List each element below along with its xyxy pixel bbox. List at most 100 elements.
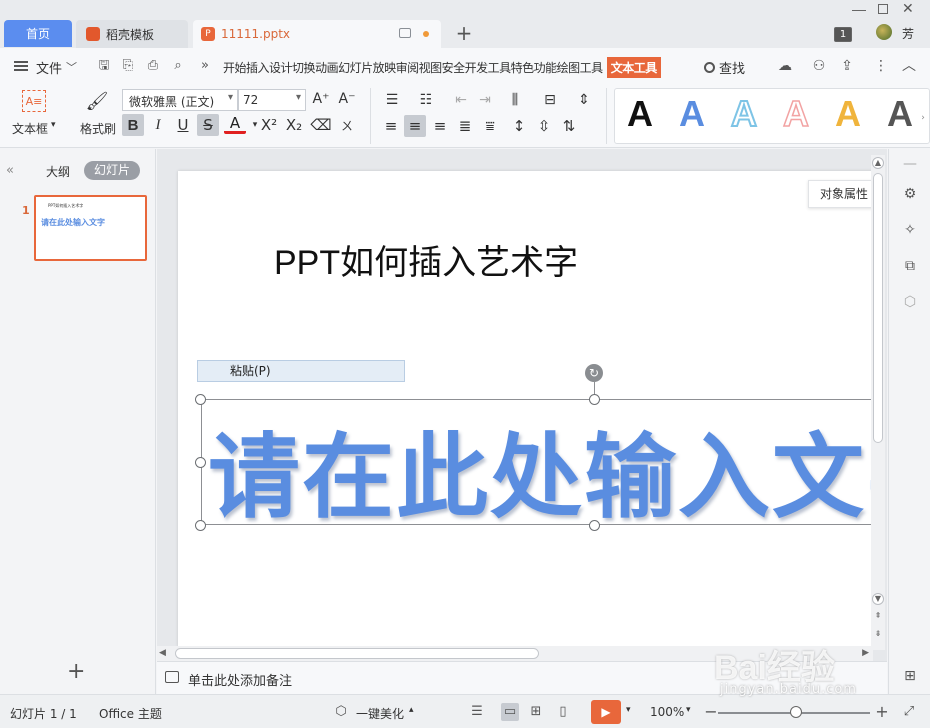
decrease-indent-icon[interactable]: ⇤ (452, 91, 470, 109)
wordart-style-blue[interactable]: A (679, 93, 705, 135)
tab-start[interactable]: 开始 (223, 59, 247, 76)
tab-transition[interactable]: 切换 (292, 59, 316, 76)
tab-template[interactable]: 稻壳模板 (76, 20, 188, 48)
username[interactable]: 芳 (902, 25, 914, 42)
tab-design[interactable]: 设计 (269, 59, 293, 76)
line-spacing-icon[interactable]: ⇕ (574, 91, 594, 109)
font-family-select[interactable]: 微软雅黑 (正文) (122, 89, 238, 111)
play-slideshow-button[interactable]: ▶ (591, 700, 621, 724)
search-button[interactable]: 查找 (704, 58, 745, 77)
horizontal-scroll-thumb[interactable] (175, 648, 539, 659)
line-spacing-button[interactable]: ↕ (508, 115, 530, 137)
share-user-icon[interactable]: ⚇ (810, 58, 828, 74)
zoom-level[interactable]: 100% (650, 705, 684, 719)
object-properties-icon[interactable]: ⚙ (901, 185, 919, 203)
italic-button[interactable]: I (147, 114, 169, 136)
zoom-slider-knob[interactable] (790, 706, 802, 718)
prev-slide-icon[interactable]: ⇞ (872, 611, 884, 623)
tab-insert[interactable]: 插入 (246, 59, 270, 76)
zoom-in-icon[interactable]: + (873, 703, 891, 721)
preview-icon[interactable]: ⌕ (170, 58, 186, 74)
vertical-scrollbar[interactable]: ▲ ▼ ⇞ ⇟ (871, 155, 885, 650)
normal-view-icon[interactable]: ▭ (501, 703, 519, 721)
more-icon[interactable]: ⋮ (872, 58, 890, 74)
tab-text-tools[interactable]: 文本工具 (606, 57, 661, 78)
wordart-style-gray[interactable]: A (887, 93, 913, 135)
print-icon[interactable]: ⎙ (145, 58, 161, 74)
grid-apps-icon[interactable]: ⊞ (901, 667, 919, 685)
resize-handle-sw[interactable] (195, 520, 206, 531)
horizontal-scrollbar[interactable]: ◀ ▶ (157, 646, 873, 661)
phonetic-guide-icon[interactable]: ㄨ (336, 114, 358, 136)
cloud-sync-icon[interactable]: ☁ (776, 58, 794, 74)
bold-button[interactable]: B (122, 114, 144, 136)
slide-title[interactable]: PPT如何插入艺术字 (274, 235, 578, 284)
textbox-icon[interactable]: A≡ (22, 90, 46, 112)
avatar[interactable] (876, 24, 892, 40)
justify-button[interactable]: ≣ (454, 115, 476, 137)
decrease-font-icon[interactable]: A⁻ (338, 90, 356, 108)
animation-icon[interactable]: ✧ (901, 221, 919, 239)
tab-security[interactable]: 安全 (442, 59, 466, 76)
paragraph-spacing-button[interactable]: ⇳ (533, 115, 555, 137)
resize-handle-w[interactable] (195, 457, 206, 468)
3d-box-icon[interactable]: ⬡ (901, 293, 919, 311)
textbox-label[interactable]: 文本框 (12, 120, 48, 137)
play-options-dropdown-icon[interactable]: ▾ (626, 705, 631, 715)
wordart-style-cyan-outline[interactable]: A (730, 92, 758, 135)
bullet-list-icon[interactable]: ☰ (382, 91, 402, 109)
slide-sorter-icon[interactable]: ⊞ (527, 703, 545, 721)
align-center-button[interactable]: ≡ (404, 115, 426, 137)
gallery-scroll-right-icon[interactable]: › (917, 111, 929, 125)
numbered-list-icon[interactable]: ☷ (416, 91, 436, 109)
new-tab-button[interactable]: + (455, 22, 473, 44)
notes-bar[interactable]: 单击此处添加备注 (157, 661, 887, 694)
tab-animation[interactable]: 动画 (315, 59, 339, 76)
wordart-style-pink-outline[interactable]: A (782, 92, 810, 135)
increase-indent-icon[interactable]: ⇥ (476, 91, 494, 109)
notes-view-icon[interactable]: ☰ (468, 703, 486, 721)
textbox-dropdown-icon[interactable]: ▾ (51, 120, 56, 130)
monitor-icon[interactable] (399, 28, 411, 38)
subscript-button[interactable]: X₂ (283, 114, 305, 136)
tab-drawing-tools[interactable]: 绘图工具 (557, 59, 604, 76)
scroll-right-icon[interactable]: ▶ (862, 648, 869, 658)
scroll-left-icon[interactable]: ◀ (159, 648, 166, 658)
eraser-icon[interactable]: ⌫ (310, 114, 332, 136)
reading-view-icon[interactable]: ▯ (554, 703, 572, 721)
tab-features[interactable]: 特色功能 (511, 59, 558, 76)
tab-view[interactable]: 视图 (419, 59, 443, 76)
underline-button[interactable]: U (172, 114, 194, 136)
wordart-style-orange[interactable]: A (835, 93, 861, 135)
fit-window-icon[interactable]: ⤢ (900, 703, 918, 721)
strikethrough-button[interactable]: S (197, 114, 219, 136)
resize-handle-n[interactable] (589, 394, 600, 405)
save-icon[interactable]: 🖫 (96, 58, 112, 74)
tab-home[interactable]: 首页 (4, 20, 72, 47)
beautify-icon[interactable]: ⬡ (332, 703, 350, 721)
collapse-ribbon-icon[interactable]: ︿ (900, 58, 918, 74)
font-color-button[interactable]: A (224, 114, 246, 134)
tab-outline[interactable]: 大纲 (46, 163, 70, 180)
notes-placeholder[interactable]: 单击此处添加备注 (188, 670, 292, 689)
selection-box[interactable] (201, 399, 878, 525)
zoom-dropdown-icon[interactable]: ▾ (686, 705, 691, 715)
text-direction-icon[interactable]: ⫼ (505, 91, 525, 109)
tab-review[interactable]: 审阅 (396, 59, 420, 76)
increase-font-icon[interactable]: A⁺ (312, 90, 330, 108)
tab-developer[interactable]: 开发工具 (465, 59, 512, 76)
transition-icon[interactable]: ⧉ (901, 257, 919, 275)
minimize-button[interactable] (852, 2, 866, 11)
paste-menu-item[interactable]: 粘贴(P) (197, 360, 405, 382)
next-slide-icon[interactable]: ⇟ (872, 629, 884, 641)
font-size-select[interactable]: 72 (238, 89, 306, 111)
add-slide-button[interactable]: + (67, 661, 85, 683)
superscript-button[interactable]: X² (258, 114, 280, 136)
hamburger-icon[interactable] (14, 61, 28, 71)
format-painter-label[interactable]: 格式刷 (80, 120, 116, 137)
wordart-style-black[interactable]: A (627, 93, 653, 135)
tab-file[interactable]: P 11111.pptx (193, 20, 441, 48)
scroll-up-icon[interactable]: ▲ (872, 157, 884, 169)
collapse-panel-icon[interactable]: « (6, 163, 14, 178)
chevron-up-icon[interactable]: ▴ (409, 705, 414, 715)
